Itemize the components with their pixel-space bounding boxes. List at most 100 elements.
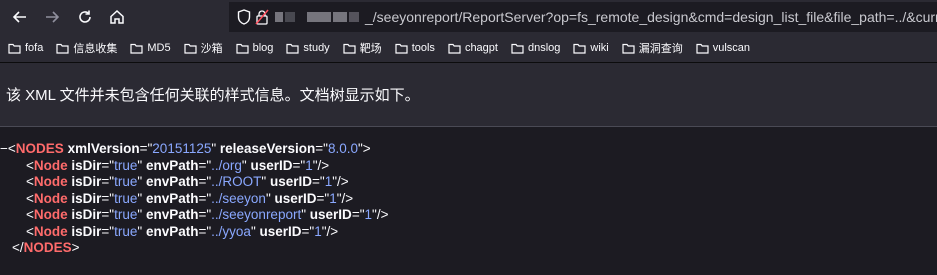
bookmark-11[interactable]: 漏洞查询 <box>622 40 683 56</box>
folder-icon <box>622 43 639 54</box>
xml-punc: =" <box>101 174 115 189</box>
xml-attr-value: true <box>114 190 138 206</box>
xml-attr-name: userID <box>250 157 293 173</box>
folder-icon <box>395 43 412 54</box>
folder-icon <box>56 43 73 54</box>
folder-icon <box>448 43 465 54</box>
bookmark-label: chagpt <box>464 42 498 54</box>
xml-punc: < <box>7 141 16 156</box>
xml-attr-name: envPath <box>145 223 199 239</box>
xml-punc: =" <box>301 223 315 239</box>
xml-attr-name: releaseVersion <box>219 141 316 156</box>
bookmark-label: fofa <box>25 42 44 54</box>
xml-punc: =" <box>198 157 212 173</box>
xml-node-line: <Node isDir="true" envPath="../seeyonrep… <box>0 207 937 224</box>
folder-icon <box>511 43 528 54</box>
xml-attr-value: true <box>114 223 138 239</box>
reload-icon[interactable] <box>71 3 99 31</box>
xml-attr-value: 20151125 <box>152 141 212 156</box>
bookmark-1[interactable]: 信息收集 <box>56 40 117 56</box>
bookmark-label: 漏洞查询 <box>638 43 683 55</box>
bookmark-7[interactable]: tools <box>395 42 435 54</box>
bookmark-label: tools <box>411 42 435 54</box>
xml-node-line: <Node isDir="true" envPath="../ROOT" use… <box>0 174 937 191</box>
arrow-right-icon[interactable] <box>38 3 66 31</box>
xml-punc: =" <box>101 157 115 173</box>
bookmark-label: vulscan <box>712 42 751 54</box>
xml-attr-value: 8.0.0 <box>327 141 358 156</box>
xml-node-line: <Node isDir="true" envPath="../seeyon" u… <box>0 191 937 208</box>
xml-attr-name: userID <box>274 190 317 206</box>
xml-attr-value: ../ROOT <box>211 174 262 189</box>
xml-attr-name: isDir <box>71 223 102 239</box>
xml-attr-value: ../yyoa <box>211 223 251 239</box>
bookmark-2[interactable]: MD5 <box>130 42 171 54</box>
xml-attr-name: isDir <box>71 157 102 173</box>
xml-punc: < <box>26 190 34 206</box>
bookmark-label: wiki <box>590 42 609 54</box>
xml-punc: =" <box>351 207 365 222</box>
home-icon[interactable] <box>103 3 131 31</box>
bookmark-0[interactable]: fofa <box>8 42 43 54</box>
bookmarks-bar: fofa 信息收集 MD5 沙箱 blog study 靶场 tools chagpt dnslo… <box>0 34 937 63</box>
redacted-host <box>275 12 361 22</box>
insecure-lock-icon[interactable] <box>255 7 269 27</box>
xml-attr-value: 1 <box>364 207 373 222</box>
xml-attr-value: ../seeyon <box>211 190 266 206</box>
folder-icon <box>183 43 201 54</box>
bookmark-5[interactable]: study <box>286 42 330 54</box>
bookmark-12[interactable]: vulscan <box>696 42 750 54</box>
bookmark-3[interactable]: 沙箱 <box>183 40 223 56</box>
bookmark-label: 信息收集 <box>73 43 118 55</box>
xml-punc: < <box>26 207 34 222</box>
folder-icon <box>696 43 713 54</box>
bookmark-10[interactable]: wiki <box>573 42 609 54</box>
xml-attr-name: isDir <box>71 190 102 206</box>
url-text: _/seeyonreport/ReportServer?op=fs_remote… <box>365 9 937 25</box>
xml-attr-name: userID <box>309 207 352 222</box>
xml-attr-name: envPath <box>145 190 199 206</box>
xml-punc: /> <box>376 207 389 222</box>
xml-attr-value: true <box>114 174 138 189</box>
xml-tree: −<NODES xmlVersion="20151125" releaseVer… <box>0 127 937 257</box>
xml-punc: </ <box>12 240 24 255</box>
url-bar[interactable]: _/seeyonreport/ReportServer?op=fs_remote… <box>229 2 937 32</box>
folder-icon <box>8 43 25 54</box>
shield-icon[interactable] <box>237 7 251 27</box>
xml-attr-value: 1 <box>305 157 313 173</box>
xml-punc: /> <box>326 223 339 239</box>
folder-icon <box>286 43 303 54</box>
xml-punc: < <box>26 223 34 239</box>
xml-tag-name: Node <box>33 157 68 173</box>
folder-icon <box>130 43 147 54</box>
xml-punc: =" <box>315 141 328 156</box>
xml-punc: > <box>71 240 80 255</box>
arrow-left-icon[interactable] <box>6 3 34 31</box>
xml-punc: =" <box>312 174 325 189</box>
xml-attr-name: userID <box>259 223 302 239</box>
bookmark-6[interactable]: 靶场 <box>343 40 382 56</box>
xml-punc: =" <box>198 190 212 206</box>
xml-punc: /> <box>317 157 330 173</box>
bookmark-label: study <box>303 42 330 54</box>
xml-attr-value: ../org <box>211 157 242 173</box>
xml-attr-value: true <box>114 207 138 222</box>
xml-root-open: −<NODES xmlVersion="20151125" releaseVer… <box>0 141 937 158</box>
xml-node-line: <Node isDir="true" envPath="../yyoa" use… <box>0 224 937 241</box>
xml-attr-name: isDir <box>71 207 102 222</box>
bookmark-8[interactable]: chagpt <box>448 42 498 54</box>
xml-punc: =" <box>101 190 115 206</box>
folder-icon <box>235 43 253 54</box>
xml-punc: /> <box>341 190 354 206</box>
xml-tag-name: NODES <box>15 141 64 156</box>
collapse-toggle[interactable]: − <box>0 141 8 156</box>
bookmark-4[interactable]: blog <box>235 42 274 54</box>
bookmark-label: blog <box>252 42 274 54</box>
xml-punc: > <box>362 141 371 156</box>
xml-tag-name: NODES <box>23 240 72 255</box>
xml-punc: =" <box>101 207 115 222</box>
bookmark-label: 沙箱 <box>200 43 223 55</box>
bookmark-9[interactable]: dnslog <box>511 42 560 54</box>
xml-punc: =" <box>198 174 212 189</box>
xml-punc: < <box>26 157 34 173</box>
